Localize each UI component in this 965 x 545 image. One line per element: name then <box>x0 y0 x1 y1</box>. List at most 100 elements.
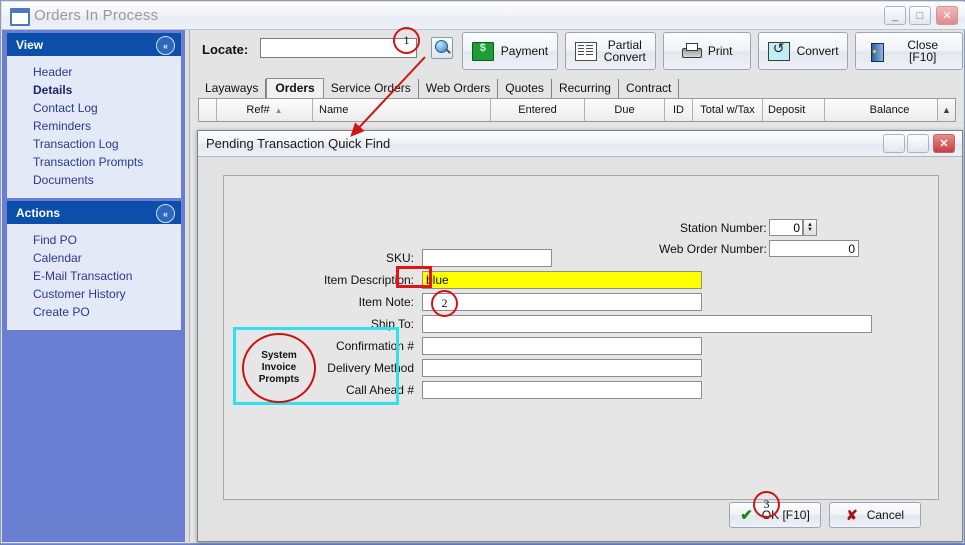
tab-service-orders[interactable]: Service Orders <box>324 79 419 98</box>
sidebar-item-calendar[interactable]: Calendar <box>7 249 181 267</box>
sidebar-panel-view: View « Header Details Contact Log Remind… <box>7 33 181 198</box>
minimize-icon: _ <box>890 137 898 150</box>
magnifier-handle-icon <box>445 48 451 54</box>
sip-line2: Invoice <box>261 362 297 373</box>
tab-recurring[interactable]: Recurring <box>552 79 619 98</box>
call-ahead-number-input[interactable] <box>422 381 702 399</box>
item-description-field-row: Item Description: <box>224 272 414 290</box>
sidebar-panel-view-header[interactable]: View « <box>7 33 181 56</box>
sku-field-row: SKU: <box>224 250 414 268</box>
item-note-label: Item Note: <box>358 295 414 309</box>
page-title: Orders In Process <box>34 7 159 24</box>
sidebar-item-customer-history[interactable]: Customer History <box>7 285 181 303</box>
partial-convert-button[interactable]: Partial Convert <box>564 32 656 70</box>
delivery-method-input[interactable] <box>422 359 702 377</box>
dialog-maximize-button[interactable]: □ <box>907 134 929 153</box>
print-button-label: Print <box>707 44 733 58</box>
grid-column-name[interactable]: Name <box>313 99 491 121</box>
grid-column-deposit[interactable]: Deposit <box>763 99 825 121</box>
locate-search-button[interactable] <box>431 37 453 59</box>
chevron-up-icon[interactable]: « <box>156 204 175 223</box>
grid-scrollbar-up[interactable]: ▲ <box>937 99 955 121</box>
web-order-number-label: Web Order Number: <box>659 242 767 256</box>
cancel-button-label: Cancel <box>866 508 905 522</box>
sidebar-panel-actions-body: Find PO Calendar E-Mail Transaction Cust… <box>7 224 181 330</box>
cancel-button[interactable]: ✘ Cancel <box>829 502 921 528</box>
locate-label: Locate: <box>202 42 249 57</box>
system-invoice-prompts-annotation: System Invoice Prompts <box>242 333 316 403</box>
convert-button-label: Convert <box>796 44 839 58</box>
close-icon: ✕ <box>939 138 949 150</box>
orders-grid: Ref# ▲ Name Entered Due ID Total w/Tax D… <box>198 98 956 122</box>
sidebar-item-details[interactable]: Details <box>7 81 181 99</box>
window-minimize-button[interactable]: _ <box>884 6 906 25</box>
grid-column-entered[interactable]: Entered <box>491 99 585 121</box>
tab-contract[interactable]: Contract <box>619 79 680 98</box>
printer-icon <box>681 42 702 60</box>
payment-button[interactable]: Payment <box>462 32 558 70</box>
sidebar-item-create-po[interactable]: Create PO <box>7 303 181 321</box>
tab-bar: Layaways Orders Service Orders Web Order… <box>198 78 680 99</box>
door-icon <box>866 42 886 62</box>
grid-header-row: Ref# ▲ Name Entered Due ID Total w/Tax D… <box>199 99 955 121</box>
grid-column-id[interactable]: ID <box>665 99 693 121</box>
web-order-number-input[interactable] <box>769 240 859 257</box>
toolbar: Payment Partial Convert Print Convert Cl… <box>462 32 963 70</box>
dialog-close-button[interactable]: ✕ <box>933 134 955 153</box>
grid-column-balance[interactable]: Balance <box>825 99 955 121</box>
sidebar-item-transaction-log[interactable]: Transaction Log <box>7 135 181 153</box>
window-close-button[interactable]: ✕ <box>936 6 958 25</box>
item-description-label: Item Description: <box>323 273 414 287</box>
window-maximize-button[interactable]: □ <box>909 6 931 25</box>
tab-layaways[interactable]: Layaways <box>198 79 267 98</box>
item-description-input[interactable] <box>422 271 702 289</box>
confirmation-number-label: Confirmation # <box>335 339 414 353</box>
documents-icon <box>574 41 597 61</box>
spinner-down-icon[interactable]: ▼ <box>807 227 813 233</box>
annotation-marker-3: 3 <box>753 491 780 518</box>
tab-quotes[interactable]: Quotes <box>498 79 552 98</box>
station-number-spinner[interactable]: ▲ ▼ <box>803 219 817 236</box>
sku-input[interactable] <box>422 249 552 267</box>
ship-to-input[interactable] <box>422 315 872 333</box>
dialog-panel: Station Number: ▲ ▼ Web Order Number: SK… <box>223 175 939 500</box>
sidebar-item-contact-log[interactable]: Contact Log <box>7 99 181 117</box>
dialog-title: Pending Transaction Quick Find <box>206 136 391 151</box>
convert-icon <box>767 40 790 61</box>
delivery-method-label: Delivery Method <box>327 361 414 375</box>
call-ahead-number-label: Call Ahead # <box>345 383 414 397</box>
tab-orders[interactable]: Orders <box>266 78 324 99</box>
grid-column-ref[interactable]: Ref# ▲ <box>217 99 313 121</box>
close-f10-button[interactable]: Close [F10] <box>855 32 963 70</box>
maximize-icon: □ <box>914 137 922 150</box>
station-number-input[interactable] <box>769 219 803 236</box>
dialog-minimize-button[interactable]: _ <box>883 134 905 153</box>
sidebar-item-documents[interactable]: Documents <box>7 171 181 189</box>
maximize-icon: □ <box>916 9 924 22</box>
sidebar: View « Header Details Contact Log Remind… <box>2 30 185 542</box>
chevron-up-icon[interactable]: « <box>156 36 175 55</box>
sidebar-panel-view-title: View <box>16 37 44 52</box>
sidebar-item-header[interactable]: Header <box>7 63 181 81</box>
sort-ascending-icon: ▲ <box>274 105 283 115</box>
close-f10-button-label: Close [F10] <box>907 38 939 64</box>
tab-web-orders[interactable]: Web Orders <box>419 79 499 98</box>
annotation-marker-2: 2 <box>431 290 458 317</box>
sidebar-item-find-po[interactable]: Find PO <box>7 231 181 249</box>
print-button[interactable]: Print <box>662 32 751 70</box>
item-note-input[interactable] <box>422 293 702 311</box>
sidebar-panel-actions-header[interactable]: Actions « <box>7 201 181 224</box>
sidebar-item-reminders[interactable]: Reminders <box>7 117 181 135</box>
grid-column-due[interactable]: Due <box>585 99 665 121</box>
check-icon: ✔ <box>740 506 753 524</box>
grid-column-total-with-tax[interactable]: Total w/Tax <box>693 99 763 121</box>
sidebar-item-transaction-prompts[interactable]: Transaction Prompts <box>7 153 181 171</box>
convert-button[interactable]: Convert <box>757 32 849 70</box>
sidebar-item-email-transaction[interactable]: E-Mail Transaction <box>7 267 181 285</box>
annotation-marker-1: 1 <box>393 27 420 54</box>
x-icon: ✘ <box>845 507 858 523</box>
grid-column-select[interactable] <box>199 99 217 121</box>
item-note-field-row: Item Note: <box>224 294 414 312</box>
application-window: Orders In Process _ □ ✕ View « Header De… <box>0 0 965 544</box>
confirmation-number-input[interactable] <box>422 337 702 355</box>
